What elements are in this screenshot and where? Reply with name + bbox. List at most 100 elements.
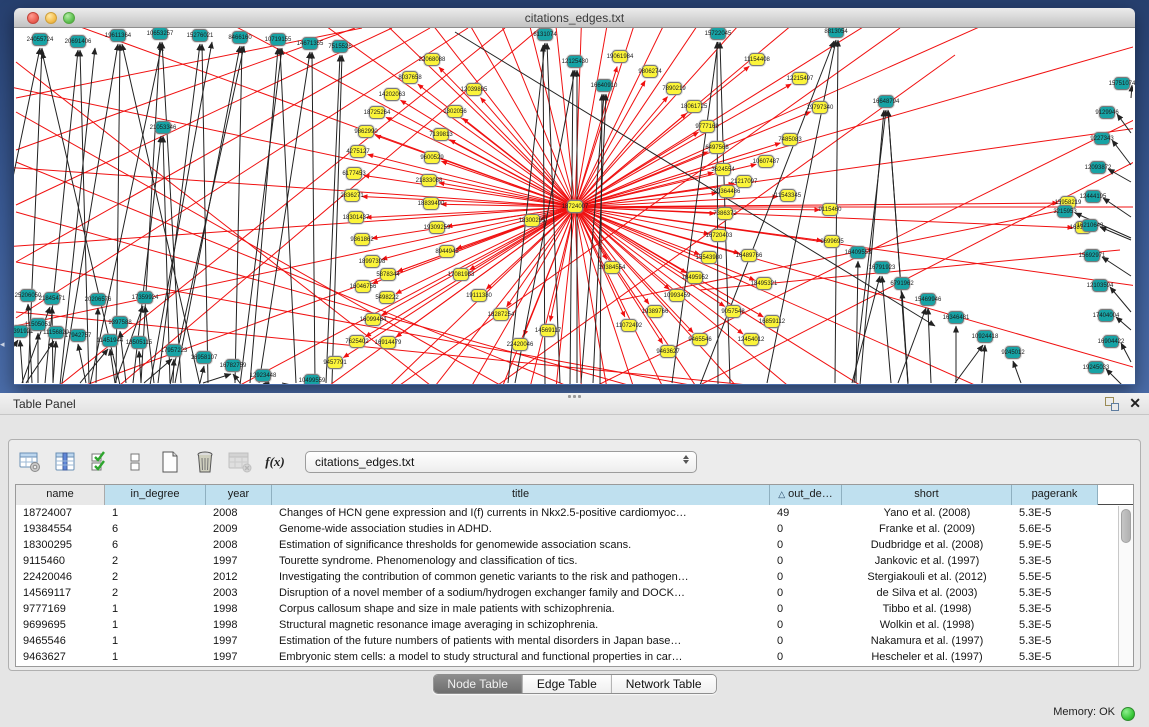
table-cell[interactable]: Embryonic stem cells: a model to study s…	[272, 649, 770, 665]
tab-edge-table[interactable]: Edge Table	[523, 675, 612, 693]
table-cell[interactable]: 5.3E-5	[1012, 633, 1098, 649]
network-node[interactable]: 16859112	[764, 315, 780, 328]
network-node[interactable]: 12215497	[792, 72, 808, 85]
table-cell[interactable]: 2008	[206, 505, 272, 521]
network-node[interactable]: 15469946	[920, 293, 936, 306]
network-node[interactable]: 10719155	[270, 33, 286, 46]
table-row[interactable]: 1456911722003Disruption of a novel membe…	[16, 585, 1133, 601]
table-cell[interactable]: de Silva et al. (2003)	[842, 585, 1012, 601]
network-node[interactable]: 17081983	[453, 268, 469, 281]
table-cell[interactable]: 5.3E-5	[1012, 649, 1098, 665]
network-node[interactable]: 16904422	[1103, 335, 1119, 348]
network-node[interactable]: 20206576	[90, 293, 106, 306]
table-cell[interactable]: 18300295	[16, 537, 105, 553]
table-cell[interactable]: 1	[105, 601, 206, 617]
network-node[interactable]: 17359924	[137, 291, 153, 304]
network-node[interactable]: 16958107	[196, 351, 212, 364]
network-node[interactable]: 17957223	[166, 344, 182, 357]
network-node[interactable]: 9227343	[1094, 132, 1110, 145]
network-node[interactable]: 12125430	[567, 55, 583, 68]
table-cell[interactable]: 2	[105, 553, 206, 569]
network-node[interactable]: 16648794	[878, 95, 894, 108]
network-node[interactable]: 22068088	[424, 53, 440, 66]
table-row[interactable]: 911546021997Tourette syndrome. Phenomeno…	[16, 553, 1133, 569]
table-cell[interactable]: 1998	[206, 601, 272, 617]
network-node[interactable]: 5498222	[379, 291, 395, 304]
network-node[interactable]: 14569117	[540, 324, 556, 337]
panel-collapse-arrow-icon[interactable]: ◂	[0, 340, 5, 349]
network-node[interactable]: 18997398	[364, 255, 380, 268]
network-node[interactable]: 12103594	[1092, 279, 1108, 292]
network-node[interactable]: 19061984	[612, 50, 628, 63]
table-cell[interactable]: Corpus callosum shape and size in male p…	[272, 601, 770, 617]
network-node[interactable]: 11154408	[749, 53, 765, 66]
column-header-title[interactable]: title	[272, 485, 770, 505]
table-cell[interactable]: 9115460	[16, 553, 105, 569]
network-node[interactable]: 21845471	[44, 292, 60, 305]
network-node[interactable]: 18725264	[369, 106, 385, 119]
network-node[interactable]: 15276021	[192, 29, 208, 42]
table-cell[interactable]: 9777169	[16, 601, 105, 617]
network-node[interactable]: 8813054	[828, 28, 844, 38]
network-node[interactable]: 9397588	[112, 316, 128, 329]
network-node[interactable]: 12444195	[1085, 190, 1101, 203]
table-cell[interactable]: 9463627	[16, 649, 105, 665]
column-header-pagerank[interactable]: pagerank	[1012, 485, 1098, 505]
network-node[interactable]: 19384554	[604, 261, 620, 274]
table-cell[interactable]: 5.3E-5	[1012, 553, 1098, 569]
network-node[interactable]: 9699695	[824, 235, 840, 248]
table-cell[interactable]: 9699695	[16, 617, 105, 633]
network-node[interactable]: 19611364	[110, 29, 126, 42]
table-cell[interactable]: 0	[770, 553, 842, 569]
network-node[interactable]: 9465546	[692, 333, 708, 346]
table-cell[interactable]: 5.3E-5	[1012, 505, 1098, 521]
table-cell[interactable]: 0	[770, 521, 842, 537]
network-window-titlebar[interactable]: citations_edges.txt	[14, 8, 1135, 28]
table-cell[interactable]: 5.3E-5	[1012, 585, 1098, 601]
network-hub-node[interactable]: 18724007	[567, 200, 583, 213]
network-node[interactable]: 7386372	[717, 207, 733, 220]
network-node[interactable]: 10607487	[758, 155, 774, 168]
table-row[interactable]: 946554611997Estimation of the future num…	[16, 633, 1133, 649]
network-node[interactable]: 18287254	[493, 308, 509, 321]
column-header-indegree[interactable]: in_degree	[105, 485, 206, 505]
table-cell[interactable]: 14569117	[16, 585, 105, 601]
network-node[interactable]: 11072492	[621, 319, 637, 332]
network-node[interactable]: 7625402	[349, 335, 365, 348]
network-node[interactable]: 8037658	[402, 71, 418, 84]
network-node[interactable]: 6791962	[894, 277, 910, 290]
table-cell[interactable]: 0	[770, 633, 842, 649]
network-node[interactable]: 15751074	[1114, 77, 1130, 90]
table-cell[interactable]: 6	[105, 521, 206, 537]
tab-network-table[interactable]: Network Table	[612, 675, 716, 693]
delete-entries-button[interactable]	[192, 449, 218, 475]
network-node[interactable]: 21053346	[155, 121, 171, 134]
network-node[interactable]: 19309259	[429, 221, 445, 234]
table-cell[interactable]: Jankovic et al. (1997)	[842, 553, 1012, 569]
table-row[interactable]: 946362711997Embryonic stem cells: a mode…	[16, 649, 1133, 665]
clear-selection-button[interactable]	[122, 449, 148, 475]
network-node[interactable]: 12454012	[743, 333, 759, 346]
table-cell[interactable]: 1997	[206, 553, 272, 569]
float-panel-icon[interactable]	[1104, 396, 1119, 411]
table-cell[interactable]: 2012	[206, 569, 272, 585]
table-cell[interactable]: 0	[770, 585, 842, 601]
table-cell[interactable]: 5.5E-5	[1012, 569, 1098, 585]
table-cell[interactable]: 0	[770, 537, 842, 553]
table-cell[interactable]: 1	[105, 617, 206, 633]
network-node[interactable]: 16046756	[355, 280, 371, 293]
network-node[interactable]: 16640910	[596, 79, 612, 92]
network-node[interactable]: 16720403	[711, 229, 727, 242]
table-cell[interactable]: Hescheler et al. (1997)	[842, 649, 1012, 665]
network-node[interactable]: 16914479	[380, 336, 396, 349]
table-cell[interactable]: 0	[770, 601, 842, 617]
network-node[interactable]: 12923448	[255, 369, 271, 382]
network-node[interactable]: 12093872	[1090, 161, 1106, 174]
table-cell[interactable]: Estimation of the future numbers of pati…	[272, 633, 770, 649]
network-node[interactable]: 9600529	[424, 151, 440, 164]
tab-node-table[interactable]: Node Table	[433, 675, 523, 693]
network-node[interactable]: 4275127	[350, 145, 366, 158]
table-scrollbar[interactable]	[1118, 506, 1133, 666]
table-cell[interactable]: 18724007	[16, 505, 105, 521]
table-cell[interactable]: Nakamura et al. (1997)	[842, 633, 1012, 649]
